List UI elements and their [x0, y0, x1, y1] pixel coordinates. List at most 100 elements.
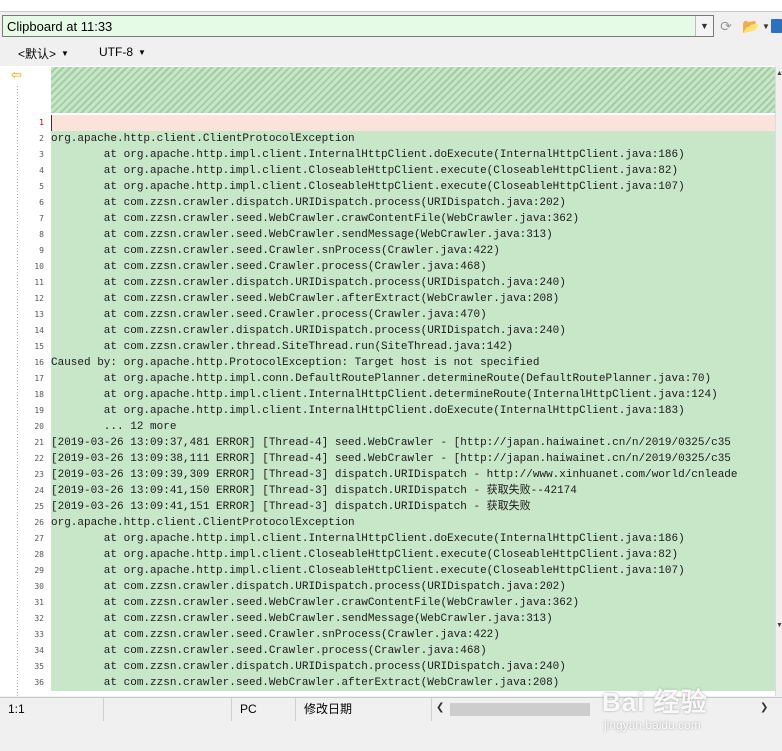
line-number: 28 — [34, 550, 44, 559]
line-text: [2019-03-26 13:09:41,150 ERROR] [Thread-… — [51, 483, 775, 499]
line-text: at org.apache.http.impl.client.Closeable… — [51, 163, 775, 179]
code-line[interactable]: 31 at com.zzsn.crawler.seed.WebCrawler.c… — [0, 595, 775, 611]
line-text: at com.zzsn.crawler.dispatch.URIDispatch… — [51, 659, 775, 675]
line-number: 2 — [39, 134, 44, 143]
refresh-icon[interactable]: ⟳ — [716, 17, 736, 35]
line-text: at org.apache.http.impl.client.InternalH… — [51, 387, 775, 403]
deleted-block-hatch — [51, 67, 775, 113]
scroll-up-icon[interactable]: ▲ — [776, 70, 782, 77]
code-line[interactable]: 11 at com.zzsn.crawler.dispatch.URIDispa… — [0, 275, 775, 291]
line-text: at com.zzsn.crawler.seed.WebCrawler.send… — [51, 227, 775, 243]
code-line[interactable]: 22 [2019-03-26 13:09:38,111 ERROR] [Threa… — [0, 451, 775, 467]
line-number: 31 — [34, 598, 44, 607]
code-line[interactable]: 16 Caused by: org.apache.http.ProtocolExc… — [0, 355, 775, 371]
line-number: 24 — [34, 486, 44, 495]
line-text — [51, 115, 775, 131]
code-line[interactable]: 5 at org.apache.http.impl.client.Closeab… — [0, 179, 775, 195]
code-line[interactable]: 25 [2019-03-26 13:09:41,151 ERROR] [Threa… — [0, 499, 775, 515]
code-line[interactable]: 4 at org.apache.http.impl.client.Closeab… — [0, 163, 775, 179]
save-icon[interactable] — [771, 17, 782, 35]
code-line[interactable]: 27 at org.apache.http.impl.client.Intern… — [0, 531, 775, 547]
line-number: 9 — [39, 246, 44, 255]
line-text: at org.apache.http.impl.client.InternalH… — [51, 147, 775, 163]
watermark-brand: Bai 经验 — [602, 687, 708, 717]
code-line[interactable]: 2 org.apache.http.client.ClientProtocolEx… — [0, 131, 775, 147]
line-text: [2019-03-26 13:09:37,481 ERROR] [Thread-… — [51, 435, 775, 451]
baidu-watermark: Bai 经验 jingyan.baidu.com — [600, 680, 780, 740]
code-line[interactable]: 20 ... 12 more — [0, 419, 775, 435]
line-text: at com.zzsn.crawler.dispatch.URIDispatch… — [51, 195, 775, 211]
charset-dropdown[interactable]: UTF-8 ▼ — [99, 45, 146, 59]
code-line[interactable]: 15 at com.zzsn.crawler.thread.SiteThread… — [0, 339, 775, 355]
line-text: at org.apache.http.impl.conn.DefaultRout… — [51, 371, 775, 387]
line-text: ... 12 more — [51, 419, 775, 435]
code-line[interactable]: 17 at org.apache.http.impl.conn.DefaultR… — [0, 371, 775, 387]
status-empty-cell — [104, 698, 232, 721]
code-line[interactable]: 3 at org.apache.http.impl.client.Interna… — [0, 147, 775, 163]
line-number: 19 — [34, 406, 44, 415]
line-text: at com.zzsn.crawler.dispatch.URIDispatch… — [51, 323, 775, 339]
line-number: 6 — [39, 198, 44, 207]
line-number: 13 — [34, 310, 44, 319]
code-line[interactable]: 28 at org.apache.http.impl.client.Closea… — [0, 547, 775, 563]
code-line[interactable]: 19 at org.apache.http.impl.client.Intern… — [0, 403, 775, 419]
line-text: at com.zzsn.crawler.seed.Crawler.snProce… — [51, 627, 775, 643]
line-text: at com.zzsn.crawler.seed.Crawler.process… — [51, 259, 775, 275]
code-line[interactable]: 32 at com.zzsn.crawler.seed.WebCrawler.s… — [0, 611, 775, 627]
code-line[interactable]: 35 at com.zzsn.crawler.dispatch.URIDispa… — [0, 659, 775, 675]
line-number: 25 — [34, 502, 44, 511]
code-line[interactable]: 10 at com.zzsn.crawler.seed.Crawler.proc… — [0, 259, 775, 275]
code-line[interactable]: 12 at com.zzsn.crawler.seed.WebCrawler.a… — [0, 291, 775, 307]
vertical-scrollbar[interactable]: ▲ ▼ — [775, 66, 782, 696]
line-number: 10 — [34, 262, 44, 271]
code-line[interactable]: 30 at com.zzsn.crawler.dispatch.URIDispa… — [0, 579, 775, 595]
folder-open-icon[interactable]: 📂 — [740, 17, 762, 35]
line-number: 32 — [34, 614, 44, 623]
code-line[interactable]: 23 [2019-03-26 13:09:39,309 ERROR] [Threa… — [0, 467, 775, 483]
line-text: [2019-03-26 13:09:39,309 ERROR] [Thread-… — [51, 467, 775, 483]
scroll-thumb[interactable] — [450, 703, 590, 716]
line-number: 1 — [39, 118, 44, 127]
code-line[interactable]: 24 [2019-03-26 13:09:41,150 ERROR] [Threa… — [0, 483, 775, 499]
code-line[interactable]: 6 at com.zzsn.crawler.dispatch.URIDispat… — [0, 195, 775, 211]
line-number: 18 — [34, 390, 44, 399]
line-text: at com.zzsn.crawler.seed.WebCrawler.afte… — [51, 291, 775, 307]
cursor-position: 1:1 — [0, 698, 104, 721]
code-area[interactable]: 1 2 org.apache.http.client.ClientProtocolE… — [0, 115, 775, 691]
clipboard-title-combo[interactable]: Clipboard at 11:33 ▼ — [2, 15, 714, 37]
code-line[interactable]: 8 at com.zzsn.crawler.seed.WebCrawler.se… — [0, 227, 775, 243]
line-text: org.apache.http.client.ClientProtocolExc… — [51, 131, 775, 147]
code-line[interactable]: 26 org.apache.http.client.ClientProtocolE… — [0, 515, 775, 531]
line-text: at com.zzsn.crawler.seed.Crawler.process… — [51, 307, 775, 323]
clipboard-title: Clipboard at 11:33 — [7, 18, 113, 34]
scroll-down-icon[interactable]: ▼ — [776, 622, 782, 629]
line-number: 5 — [39, 182, 44, 191]
code-line[interactable]: 29 at org.apache.http.impl.client.Closea… — [0, 563, 775, 579]
line-text: at com.zzsn.crawler.thread.SiteThread.ru… — [51, 339, 775, 355]
line-number: 15 — [34, 342, 44, 351]
code-line[interactable]: 21 [2019-03-26 13:09:37,481 ERROR] [Threa… — [0, 435, 775, 451]
code-line[interactable]: 13 at com.zzsn.crawler.seed.Crawler.proc… — [0, 307, 775, 323]
line-number: 33 — [34, 630, 44, 639]
chevron-down-icon[interactable]: ▼ — [762, 17, 770, 35]
line-number: 16 — [34, 358, 44, 367]
code-line[interactable]: 1 — [0, 115, 775, 131]
language-value: <默认> — [18, 47, 57, 61]
charset-value: UTF-8 — [99, 45, 133, 59]
language-dropdown[interactable]: <默认> ▼ — [18, 45, 69, 62]
line-number: 3 — [39, 150, 44, 159]
line-number: 36 — [34, 678, 44, 687]
code-line[interactable]: 34 at com.zzsn.crawler.seed.Crawler.proc… — [0, 643, 775, 659]
scroll-left-icon[interactable]: ❮ — [436, 702, 444, 713]
chevron-down-icon: ▼ — [61, 49, 69, 58]
code-line[interactable]: 14 at com.zzsn.crawler.dispatch.URIDispa… — [0, 323, 775, 339]
text-editor[interactable]: ⇦ 1 2 org.apache.http.client.ClientProtoco… — [0, 66, 775, 696]
chevron-down-icon[interactable]: ▼ — [695, 16, 713, 36]
code-line[interactable]: 33 at com.zzsn.crawler.seed.Crawler.snPr… — [0, 627, 775, 643]
line-text: at com.zzsn.crawler.seed.Crawler.process… — [51, 643, 775, 659]
code-line[interactable]: 7 at com.zzsn.crawler.seed.WebCrawler.cr… — [0, 211, 775, 227]
line-number: 27 — [34, 534, 44, 543]
code-line[interactable]: 18 at org.apache.http.impl.client.Intern… — [0, 387, 775, 403]
code-line[interactable]: 9 at com.zzsn.crawler.seed.Crawler.snPro… — [0, 243, 775, 259]
line-number: 29 — [34, 566, 44, 575]
